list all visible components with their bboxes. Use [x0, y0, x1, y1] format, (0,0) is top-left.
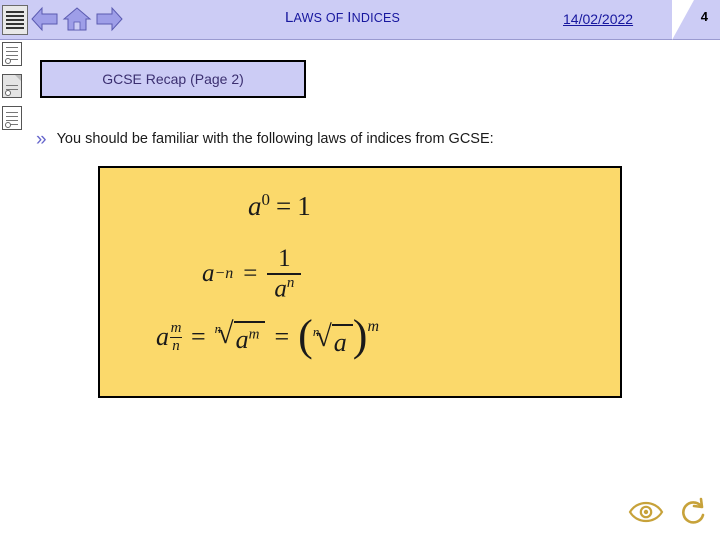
menu-icon[interactable]: [2, 5, 28, 35]
back-button[interactable]: [30, 5, 60, 35]
page-title: LAWS OF INDICES: [285, 9, 400, 26]
nav-button-group: [0, 0, 130, 40]
sidebar-icon-rail: [2, 42, 28, 138]
page-title-aws-of: AWS OF: [293, 11, 348, 25]
f3-radicand: am: [233, 321, 266, 355]
corner-fold: [672, 0, 694, 40]
bullet-text: You should be familiar with the followin…: [56, 130, 494, 147]
recap-title-label: GCSE Recap (Page 2): [102, 71, 244, 87]
right-paren: ): [352, 311, 368, 360]
forward-button[interactable]: [94, 5, 124, 35]
f2-denominator: an: [274, 275, 295, 303]
f3-equals-1: =: [191, 322, 206, 351]
f1-equals: =: [276, 191, 292, 221]
recap-title-box: GCSE Recap (Page 2): [40, 60, 306, 98]
bullet-row: » You should be familiar with the follow…: [36, 128, 676, 149]
f2-numerator: 1: [278, 245, 291, 272]
f3-base: a: [156, 322, 169, 351]
f1-base: a: [248, 191, 262, 221]
f3-equals-2: =: [274, 322, 290, 351]
f2-fraction: 1 an: [267, 245, 302, 303]
f2-den-base: a: [274, 275, 287, 303]
f2-exponent: −n: [214, 265, 234, 283]
f3-exp-den: n: [172, 337, 180, 354]
f1-exponent: 0: [261, 190, 271, 209]
f3-exp-num: m: [170, 319, 182, 336]
f3-radicand-base: a: [235, 325, 249, 354]
f3-radical-index: n: [214, 321, 222, 336]
formula-line-1: a0 = 1: [248, 190, 311, 222]
arrow-right-icon: [96, 6, 123, 32]
f3-radical-1: n √ am: [215, 319, 266, 355]
bullet-marker-icon: »: [36, 129, 47, 150]
f3-paren-group: ( n √ a ) m: [298, 311, 379, 360]
f3-outer-body: a: [331, 324, 353, 358]
f2-den-exp: n: [286, 275, 295, 292]
f3-outer-index: n: [312, 324, 320, 339]
f1-result: 1: [297, 191, 311, 221]
formula-line-2: a −n = 1 an: [202, 245, 302, 303]
left-paren: (: [298, 311, 313, 360]
undo-icon[interactable]: [676, 496, 708, 528]
top-toolbar: LAWS OF INDICES 14/02/2022 4: [0, 0, 720, 40]
f3-radicand-exp: m: [248, 326, 260, 343]
sidebar-item-slides[interactable]: [2, 106, 24, 132]
formula-panel: a0 = 1 a −n = 1 an a m n = n √ am = ( n √: [98, 166, 622, 398]
f2-base: a: [202, 260, 215, 288]
page-number-corner: 4: [672, 0, 720, 40]
sidebar-item-notes[interactable]: [2, 74, 24, 100]
f3-outer-exp: m: [367, 318, 379, 335]
notes-page-icon: [2, 74, 22, 98]
eye-icon[interactable]: [628, 498, 664, 526]
home-button[interactable]: [62, 5, 92, 35]
f3-exponent-fraction: m n: [170, 319, 182, 354]
page-title-l: L: [285, 9, 294, 26]
page-number: 4: [700, 9, 708, 24]
f3-radical-2: n √ a: [313, 322, 353, 358]
formula-line-3: a m n = n √ am = ( n √ a ) m: [156, 311, 379, 360]
page-title-ndices: NDICES: [351, 11, 401, 25]
outline-panel-icon: [2, 42, 22, 66]
f2-equals: =: [243, 260, 258, 288]
slide-page-icon: [2, 106, 22, 130]
date-label: 14/02/2022: [563, 11, 634, 27]
arrow-left-icon: [31, 6, 58, 32]
home-icon: [62, 7, 92, 31]
sidebar-item-outline[interactable]: [2, 42, 24, 68]
